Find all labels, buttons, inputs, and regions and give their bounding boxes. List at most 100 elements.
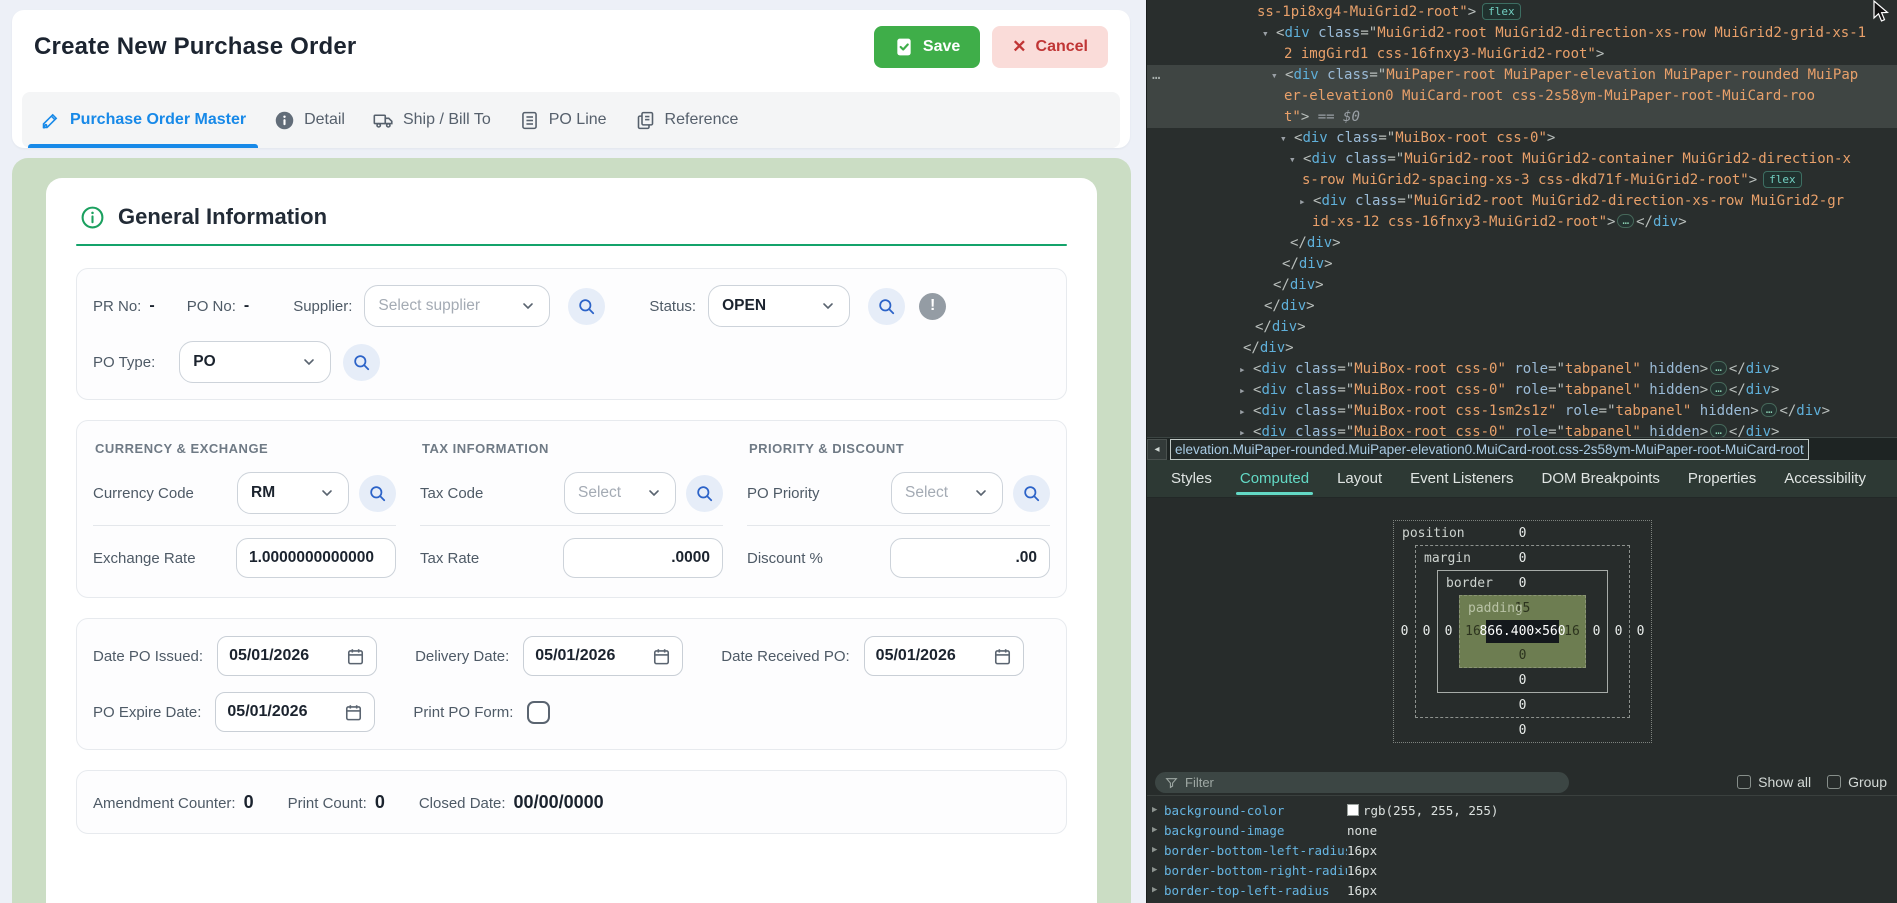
tree-node[interactable]: ▸<div class="MuiGrid2-root MuiGrid2-dire… bbox=[1147, 191, 1897, 212]
section-divider bbox=[76, 244, 1067, 246]
tree-node[interactable]: t"> == $0 bbox=[1147, 107, 1897, 128]
calendar-icon[interactable] bbox=[344, 703, 363, 722]
save-button[interactable]: Save bbox=[874, 26, 980, 68]
tree-node[interactable]: ▸<div class="MuiBox-root css-0" role="ta… bbox=[1147, 422, 1897, 437]
elements-tree: ss-1pi8xg4-MuiGrid2-root">flex▾<div clas… bbox=[1147, 0, 1897, 437]
po-expire-date-label: PO Expire Date: bbox=[93, 704, 201, 721]
tree-node[interactable]: </div> bbox=[1147, 233, 1897, 254]
info-circle-icon bbox=[80, 205, 105, 230]
currency-code-select[interactable]: RM bbox=[237, 472, 349, 514]
tree-node[interactable]: 2 imgGird1 css-16fnxy3-MuiGrid2-root"> bbox=[1147, 44, 1897, 65]
currency-code-search-button[interactable] bbox=[359, 475, 396, 512]
tree-node[interactable]: ▾<div class="MuiBox-root css-0"> bbox=[1147, 128, 1897, 149]
tree-node[interactable]: </div> bbox=[1147, 317, 1897, 338]
expand-arrow-right-icon[interactable]: ▸ bbox=[1239, 380, 1253, 401]
tree-node[interactable]: er-elevation0 MuiCard-root css-2s58ym-Mu… bbox=[1147, 86, 1897, 107]
devtools-tab-styles[interactable]: Styles bbox=[1159, 460, 1224, 497]
property-value: none bbox=[1347, 823, 1377, 838]
date-received-po-input[interactable]: 05/01/2026 bbox=[864, 636, 1024, 676]
calendar-icon[interactable] bbox=[652, 647, 671, 666]
devtools-tab-layout[interactable]: Layout bbox=[1325, 460, 1394, 497]
devtools-tab-accessibility[interactable]: Accessibility bbox=[1772, 460, 1878, 497]
delivery-date-input[interactable]: 05/01/2026 bbox=[523, 636, 683, 676]
show-all-checkbox[interactable] bbox=[1737, 775, 1751, 789]
filter-input[interactable]: Filter bbox=[1155, 772, 1569, 793]
tree-node[interactable]: ss-1pi8xg4-MuiGrid2-root">flex bbox=[1147, 2, 1897, 23]
tab-purchase-order-master[interactable]: Purchase Order Master bbox=[26, 92, 260, 148]
expand-arrow-right-icon[interactable]: ▸ bbox=[1299, 191, 1313, 212]
breadcrumb[interactable]: elevation.MuiPaper-rounded.MuiPaper-elev… bbox=[1170, 439, 1809, 460]
po-priority-search-button[interactable] bbox=[1013, 475, 1050, 512]
expand-arrow-down-icon[interactable]: ▾ bbox=[1271, 65, 1285, 86]
tree-node[interactable]: </div> bbox=[1147, 254, 1897, 275]
expand-arrow-right-icon[interactable]: ▶ bbox=[1152, 885, 1164, 895]
position-right: 0 bbox=[1630, 545, 1651, 718]
tree-node[interactable]: ▾<div class="MuiGrid2-root MuiGrid2-cont… bbox=[1147, 149, 1897, 170]
po-type-select[interactable]: PO bbox=[179, 341, 331, 383]
tree-node[interactable]: </div> bbox=[1147, 296, 1897, 317]
expand-arrow-right-icon[interactable]: ▶ bbox=[1152, 845, 1164, 855]
search-icon bbox=[368, 484, 387, 503]
computed-property-row: ▶background-colorrgb(255, 255, 255) bbox=[1147, 800, 1897, 820]
date-received-po-label: Date Received PO: bbox=[721, 648, 849, 665]
expand-arrow-down-icon[interactable]: ▾ bbox=[1262, 23, 1276, 44]
tab-detail[interactable]: Detail bbox=[260, 92, 359, 148]
tax-rate-input[interactable]: .0000 bbox=[563, 538, 723, 578]
expand-arrow-down-icon[interactable]: ▾ bbox=[1289, 149, 1303, 170]
po-type-search-button[interactable] bbox=[343, 344, 380, 381]
expand-arrow-right-icon[interactable]: ▸ bbox=[1239, 401, 1253, 422]
property-name: background-image bbox=[1164, 823, 1347, 838]
tab-reference[interactable]: Reference bbox=[621, 92, 753, 148]
cancel-button[interactable]: ✕ Cancel bbox=[992, 26, 1108, 68]
po-priority-select[interactable]: Select bbox=[891, 472, 1003, 514]
status-search-button[interactable] bbox=[868, 288, 905, 325]
tree-node[interactable]: id-xs-12 css-16fnxy3-MuiGrid2-root">…</d… bbox=[1147, 212, 1897, 233]
column-divider bbox=[93, 525, 396, 526]
po-expire-date-input[interactable]: 05/01/2026 bbox=[215, 692, 375, 732]
tab-po-line[interactable]: PO Line bbox=[505, 92, 621, 148]
tree-node[interactable]: s-row MuiGrid2-spacing-xs-3 css-dkd71f-M… bbox=[1147, 170, 1897, 191]
discount-input[interactable]: .00 bbox=[890, 538, 1050, 578]
header-card: Create New Purchase Order Save ✕ Cancel … bbox=[12, 10, 1130, 148]
fieldset-po-identity: PR No: - PO No: - Supplier: Select suppl… bbox=[76, 268, 1067, 400]
group-checkbox[interactable] bbox=[1827, 775, 1841, 789]
property-value: 16px bbox=[1347, 843, 1377, 858]
tree-node[interactable]: </div> bbox=[1147, 275, 1897, 296]
devtools-tab-properties[interactable]: Properties bbox=[1676, 460, 1768, 497]
devtools-tab-event-listeners[interactable]: Event Listeners bbox=[1398, 460, 1525, 497]
expand-arrow-right-icon[interactable]: ▸ bbox=[1239, 422, 1253, 437]
tree-node[interactable]: ▸<div class="MuiBox-root css-1sm2s1z" ro… bbox=[1147, 401, 1897, 422]
tree-node[interactable]: ▸<div class="MuiBox-root css-0" role="ta… bbox=[1147, 359, 1897, 380]
tree-node[interactable]: ▾<div class="MuiGrid2-root MuiGrid2-dire… bbox=[1147, 23, 1897, 44]
collapsed-content-ellipsis: … bbox=[1710, 382, 1727, 396]
gutter-ellipsis[interactable]: … bbox=[1152, 65, 1161, 86]
supplier-search-button[interactable] bbox=[568, 288, 605, 325]
date-po-issued-input[interactable]: 05/01/2026 bbox=[217, 636, 377, 676]
supplier-select[interactable]: Select supplier bbox=[364, 285, 550, 327]
print-po-form-checkbox[interactable] bbox=[527, 701, 550, 724]
expand-arrow-right-icon[interactable]: ▸ bbox=[1239, 359, 1253, 380]
purchase-order-app: Create New Purchase Order Save ✕ Cancel … bbox=[0, 0, 1146, 903]
devtools-tab-computed[interactable]: Computed bbox=[1228, 460, 1321, 497]
expand-arrow-down-icon[interactable]: ▾ bbox=[1280, 128, 1294, 149]
status-select[interactable]: OPEN bbox=[708, 285, 850, 327]
breadcrumb-collapse-button[interactable]: ◂ bbox=[1147, 439, 1167, 460]
tree-node[interactable]: ▸<div class="MuiBox-root css-0" role="ta… bbox=[1147, 380, 1897, 401]
devtools-tab-dom-breakpoints[interactable]: DOM Breakpoints bbox=[1530, 460, 1672, 497]
fieldset-dates: Date PO Issued: 05/01/2026 Delivery Date… bbox=[76, 618, 1067, 750]
expand-arrow-right-icon[interactable]: ▶ bbox=[1152, 805, 1164, 815]
tree-node[interactable]: …▾<div class="MuiPaper-root MuiPaper-ele… bbox=[1147, 65, 1897, 86]
collapsed-content-ellipsis: … bbox=[1617, 214, 1634, 228]
chevron-down-icon bbox=[520, 298, 536, 314]
calendar-icon[interactable] bbox=[346, 647, 365, 666]
expand-arrow-right-icon[interactable]: ▶ bbox=[1152, 825, 1164, 835]
tax-code-search-button[interactable] bbox=[686, 475, 723, 512]
tab-ship-bill-to[interactable]: Ship / Bill To bbox=[359, 92, 505, 148]
print-count-value: 0 bbox=[375, 792, 385, 813]
property-name: border-bottom-right-radius bbox=[1164, 863, 1347, 878]
expand-arrow-right-icon[interactable]: ▶ bbox=[1152, 865, 1164, 875]
tax-code-select[interactable]: Select bbox=[564, 472, 676, 514]
tree-node[interactable]: </div> bbox=[1147, 338, 1897, 359]
calendar-icon[interactable] bbox=[993, 647, 1012, 666]
exchange-rate-input[interactable]: 1.0000000000000 bbox=[236, 538, 396, 578]
